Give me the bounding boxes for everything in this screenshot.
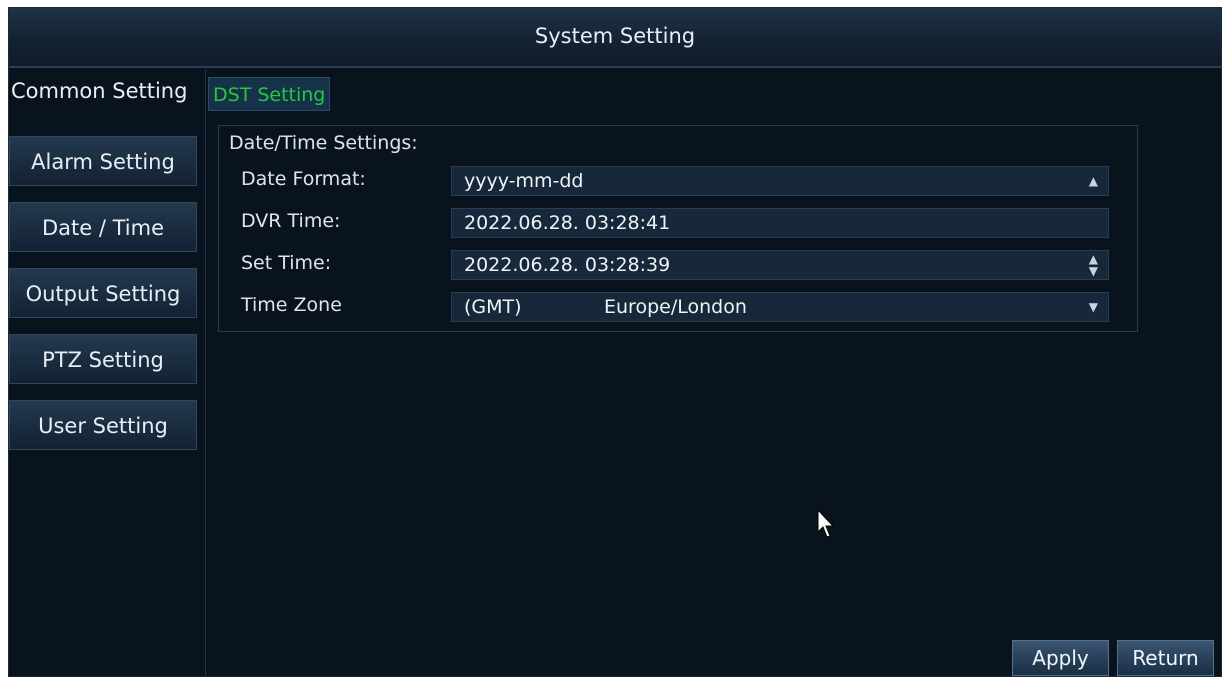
set-time-input[interactable]: 2022.06.28. 03:28:39 ▲ ▼: [451, 250, 1109, 280]
apply-button[interactable]: Apply: [1012, 640, 1109, 676]
dvr-time-field: 2022.06.28. 03:28:41: [451, 208, 1109, 238]
date-format-dropdown[interactable]: yyyy-mm-dd ▲: [451, 166, 1109, 196]
date-time-settings-group: Date/Time Settings: Date Format: yyyy-mm…: [218, 125, 1138, 332]
mouse-cursor-icon: [817, 508, 835, 538]
sidebar: Common Setting Alarm Setting Date / Time…: [9, 70, 204, 676]
time-zone-name: Europe/London: [604, 296, 747, 318]
sidebar-item-ptz-setting[interactable]: PTZ Setting: [9, 334, 197, 384]
sidebar-item-user-setting[interactable]: User Setting: [9, 400, 197, 450]
date-format-label: Date Format:: [241, 168, 366, 190]
sidebar-item-output-setting[interactable]: Output Setting: [9, 268, 197, 318]
spinner-arrows-icon[interactable]: ▲ ▼: [1089, 253, 1098, 277]
return-button[interactable]: Return: [1117, 640, 1214, 676]
set-time-label: Set Time:: [241, 252, 332, 274]
date-format-value: yyyy-mm-dd: [464, 170, 584, 192]
sidebar-item-date-time[interactable]: Date / Time: [9, 202, 197, 252]
system-setting-window: System Setting Common Setting Alarm Sett…: [8, 7, 1222, 677]
group-title: Date/Time Settings:: [229, 132, 418, 154]
tab-dst-setting[interactable]: DST Setting: [208, 77, 331, 111]
sidebar-item-common-setting[interactable]: Common Setting: [9, 73, 204, 109]
sidebar-item-alarm-setting[interactable]: Alarm Setting: [9, 136, 197, 186]
time-zone-offset: (GMT): [464, 296, 522, 318]
dropdown-arrow-icon: ▼: [1088, 300, 1098, 314]
dvr-time-label: DVR Time:: [241, 210, 341, 232]
set-time-value: 2022.06.28. 03:28:39: [464, 254, 671, 276]
time-zone-label: Time Zone: [241, 294, 342, 316]
window-title: System Setting: [9, 8, 1221, 68]
time-zone-dropdown[interactable]: (GMT) Europe/London ▼: [451, 292, 1109, 322]
dropdown-arrow-icon: ▲: [1088, 174, 1098, 188]
dvr-time-value: 2022.06.28. 03:28:41: [464, 212, 671, 234]
content-panel: DST Setting Date/Time Settings: Date For…: [205, 70, 1217, 676]
